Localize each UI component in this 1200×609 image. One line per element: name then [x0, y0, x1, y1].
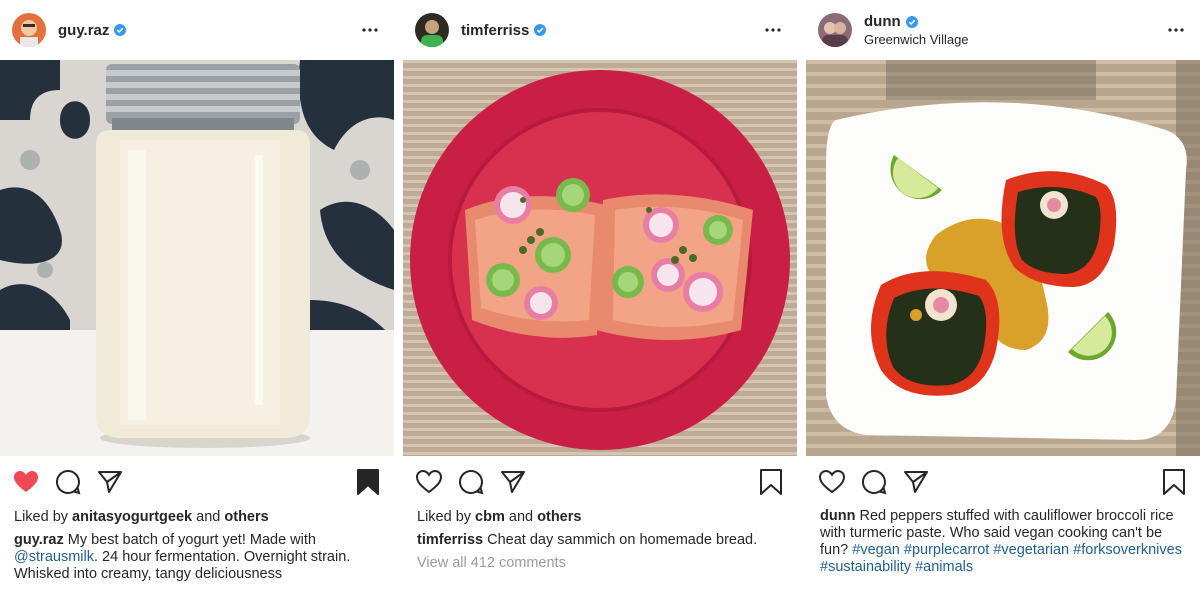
caption-username[interactable]: timferriss	[417, 532, 483, 548]
location[interactable]: Greenwich Village	[864, 32, 1164, 47]
bookmark-icon[interactable]	[757, 468, 785, 496]
post-photo[interactable]	[403, 60, 797, 456]
post-meta: Liked by cbm and others timferriss Cheat…	[403, 509, 797, 572]
post-card: dunn Greenwich Village dunn Red peppers …	[806, 0, 1200, 609]
likes-line: Liked by cbm and others	[417, 509, 783, 526]
view-comments-link[interactable]: View all 412 comments	[417, 555, 783, 572]
liked-by-prefix: Liked by	[417, 509, 472, 525]
caption-text: Cheat day sammich on homemade bread.	[487, 532, 758, 548]
ellipsis-icon[interactable]	[358, 18, 382, 42]
hashtag[interactable]: #forksoverknives	[1073, 542, 1182, 558]
liked-by-others[interactable]: others	[537, 509, 581, 525]
caption: dunn Red peppers stuffed with cauliflowe…	[820, 508, 1186, 576]
verified-badge-icon	[534, 24, 547, 36]
verified-badge-icon	[905, 15, 918, 28]
username[interactable]: dunn	[864, 13, 901, 30]
username-row: guy.raz	[58, 22, 358, 39]
heart-icon[interactable]	[415, 468, 443, 496]
username[interactable]: timferriss	[461, 22, 529, 39]
hashtag[interactable]: #vegetarian	[993, 542, 1069, 558]
liked-by-user[interactable]: anitasyogurtgeek	[72, 509, 192, 525]
user-block: dunn Greenwich Village	[864, 13, 1164, 47]
caption: guy.raz My best batch of yogurt yet! Mad…	[14, 532, 380, 583]
caption-mention[interactable]: @strausmilk	[14, 549, 94, 565]
post-actions	[403, 456, 797, 508]
paper-plane-icon[interactable]	[96, 468, 124, 496]
post-card: timferriss Liked by cbm and others timfe…	[403, 0, 797, 609]
heart-icon[interactable]	[818, 468, 846, 496]
user-block: guy.raz	[58, 22, 358, 39]
avatar[interactable]	[12, 13, 46, 47]
ellipsis-icon[interactable]	[761, 18, 785, 42]
paper-plane-icon[interactable]	[499, 468, 527, 496]
ellipsis-icon[interactable]	[1164, 18, 1188, 42]
hashtag[interactable]: #animals	[915, 559, 973, 575]
user-block: timferriss	[461, 22, 761, 39]
liked-by-prefix: Liked by	[14, 509, 69, 525]
verified-badge-icon	[114, 24, 127, 36]
caption-username[interactable]: dunn	[820, 508, 855, 524]
post-meta: dunn Red peppers stuffed with cauliflowe…	[806, 508, 1200, 576]
username-row: timferriss	[461, 22, 761, 39]
post-actions	[0, 456, 394, 508]
liked-by-and: and	[508, 509, 534, 525]
comment-icon[interactable]	[457, 468, 485, 496]
heart-icon[interactable]	[12, 468, 40, 496]
avatar[interactable]	[415, 13, 449, 47]
liked-by-others[interactable]: others	[224, 509, 268, 525]
bookmark-icon[interactable]	[1160, 468, 1188, 496]
likes-line: Liked by anitasyogurtgeek and others	[14, 509, 380, 526]
paper-plane-icon[interactable]	[902, 468, 930, 496]
hashtag[interactable]: #sustainability	[820, 559, 911, 575]
hashtag[interactable]: #vegan	[852, 542, 900, 558]
liked-by-and: and	[196, 509, 221, 525]
caption-text: My best batch of yogurt yet! Made with	[67, 532, 316, 548]
post-photo[interactable]	[806, 60, 1200, 456]
avatar[interactable]	[818, 13, 852, 47]
liked-by-user[interactable]: cbm	[475, 509, 505, 525]
bookmark-icon[interactable]	[354, 468, 382, 496]
post-actions	[806, 456, 1200, 508]
caption-username[interactable]: guy.raz	[14, 532, 64, 548]
comment-icon[interactable]	[860, 468, 888, 496]
comment-icon[interactable]	[54, 468, 82, 496]
username[interactable]: guy.raz	[58, 22, 109, 39]
post-header: guy.raz	[0, 0, 394, 60]
username-row: dunn	[864, 13, 1164, 30]
post-photo[interactable]	[0, 60, 394, 456]
feed: guy.raz Liked by anitasyogurtgeek and ot…	[0, 0, 1200, 609]
hashtag[interactable]: #purplecarrot	[904, 542, 989, 558]
post-meta: Liked by anitasyogurtgeek and others guy…	[0, 509, 394, 583]
post-card: guy.raz Liked by anitasyogurtgeek and ot…	[0, 0, 394, 609]
caption: timferriss Cheat day sammich on homemade…	[417, 532, 783, 549]
post-header: dunn Greenwich Village	[806, 0, 1200, 60]
post-header: timferriss	[403, 0, 797, 60]
